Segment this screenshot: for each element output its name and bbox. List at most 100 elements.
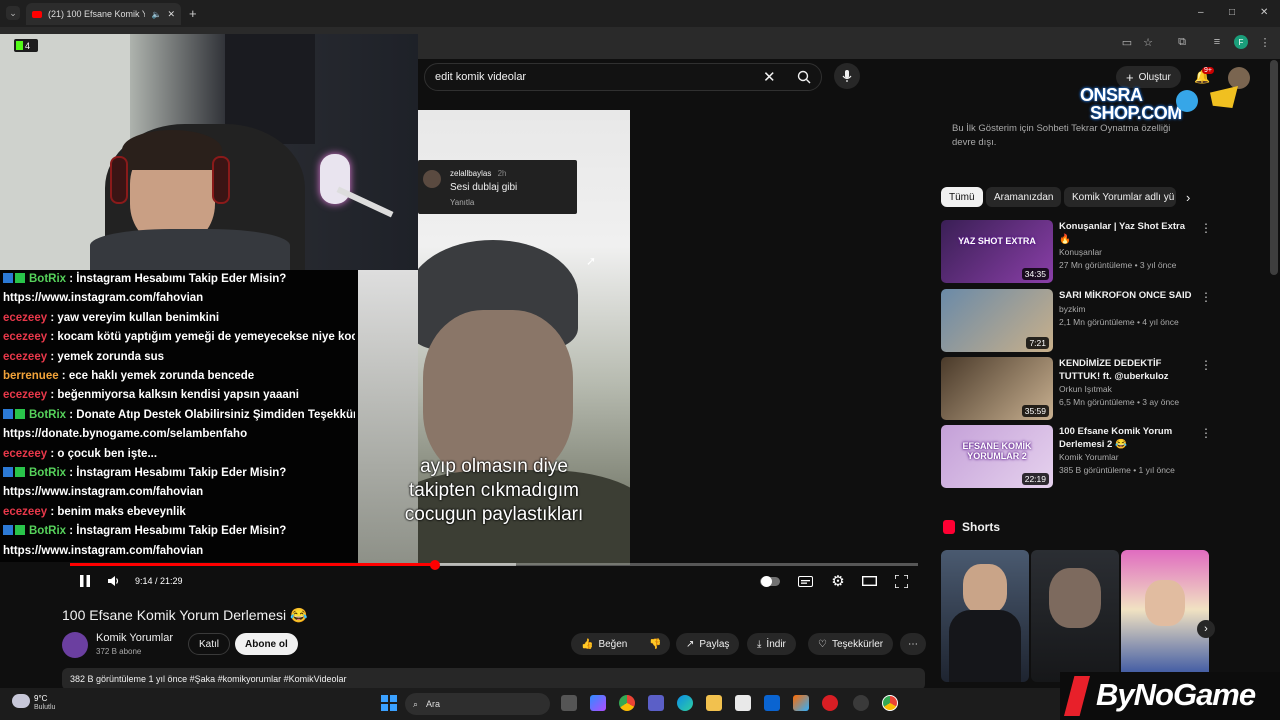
store-icon[interactable] [735, 695, 751, 711]
edge-icon[interactable] [677, 695, 693, 711]
speaker-icon[interactable]: 🔈 [151, 10, 161, 19]
short-1-face [963, 564, 1007, 614]
star-icon[interactable]: ☆ [1141, 35, 1155, 49]
outlook-icon[interactable] [764, 695, 780, 711]
chat-username[interactable]: ecezeey [3, 331, 47, 343]
chat-username[interactable]: BotRix [29, 525, 66, 537]
more-vertical-icon[interactable]: ⋮ [1200, 290, 1212, 304]
maximize-button[interactable]: □ [1229, 7, 1235, 18]
short-thumbnail-1[interactable] [941, 550, 1029, 682]
windows-start-icon[interactable] [381, 695, 397, 711]
recommendation-channel[interactable]: Komik Yorumlar [1059, 452, 1119, 462]
like-label[interactable]: Beğen [598, 639, 627, 650]
subscribe-button[interactable]: Abone ol [235, 633, 298, 655]
verified-bot-icon [15, 467, 25, 478]
cast-icon[interactable]: ▭ [1120, 35, 1134, 49]
browser-tab[interactable]: (21) 100 Efsane Komik Yorum 🔈 ✕ [26, 3, 181, 25]
channel-avatar[interactable] [62, 632, 88, 658]
page-scrollbar[interactable] [1270, 60, 1278, 275]
new-tab-button[interactable]: + [189, 6, 197, 21]
more-actions-button[interactable]: ⋯ [900, 633, 926, 655]
chat-username[interactable]: ecezeey [3, 312, 47, 324]
chrome-icon[interactable] [619, 695, 635, 711]
recommendation-thumbnail[interactable]: 7:21 [941, 289, 1053, 352]
chip-channel[interactable]: Komik Yorumlar adlı yü [1064, 187, 1176, 207]
chip-all[interactable]: Tümü [941, 187, 983, 207]
short-thumbnail-3[interactable] [1121, 550, 1209, 682]
clear-search-icon[interactable]: ✕ [763, 68, 776, 86]
search-button[interactable] [786, 63, 822, 91]
progress-scrubber[interactable] [429, 560, 440, 570]
chat-username[interactable]: ecezeey [3, 506, 47, 518]
recommendation-channel[interactable]: Konuşanlar [1059, 247, 1102, 257]
description-box[interactable]: 382 B görüntüleme 1 yıl önce #Şaka #komi… [62, 668, 925, 690]
thumbs-down-icon[interactable]: 👎 [649, 639, 661, 650]
comment-time: 2h [497, 169, 507, 178]
chips-next-icon[interactable]: › [1186, 190, 1190, 205]
app-red-icon[interactable] [822, 695, 838, 711]
more-vertical-icon[interactable]: ⋮ [1200, 358, 1212, 372]
join-button[interactable]: Katıl [188, 633, 231, 655]
search-icon [797, 70, 811, 84]
reading-list-icon[interactable]: ≡ [1210, 35, 1224, 49]
minimize-button[interactable]: – [1198, 7, 1204, 18]
recommendation-title[interactable]: Konuşanlar | Yaz Shot Extra 🔥 [1059, 220, 1194, 246]
subtitles-button[interactable] [797, 573, 813, 589]
mouse-cursor-icon: ➚ [586, 254, 597, 268]
autoplay-toggle[interactable] [760, 573, 780, 589]
volume-button[interactable] [107, 573, 121, 589]
recommendation-title[interactable]: SARI MİKROFON ONCE SAID [1059, 289, 1194, 302]
time-display: 9:14 / 21:29 [135, 576, 183, 586]
chat-username[interactable]: ecezeey [3, 351, 47, 363]
more-vertical-icon[interactable]: ⋮ [1200, 426, 1212, 440]
chat-username[interactable]: ecezeey [3, 389, 47, 401]
close-tab-icon[interactable]: ✕ [167, 9, 175, 20]
shorts-next-icon[interactable]: › [1197, 620, 1215, 638]
teams-icon[interactable] [648, 695, 664, 711]
menu-dots-icon[interactable]: ⋮ [1258, 35, 1272, 49]
settings-button[interactable]: ⚙ [830, 573, 846, 590]
chat-username[interactable]: BotRix [29, 467, 66, 479]
recommendation-channel[interactable]: Orkun Işıtmak [1059, 384, 1112, 394]
extensions-icon[interactable]: ⧉ [1175, 35, 1189, 49]
chrome-active-icon[interactable] [882, 695, 898, 711]
more-vertical-icon[interactable]: ⋮ [1200, 221, 1212, 235]
chat-username[interactable]: ecezeey [3, 448, 47, 460]
chat-username[interactable]: BotRix [29, 409, 66, 421]
recommendation-title[interactable]: 100 Efsane Komik Yorum Derlemesi 2 😂 [1059, 425, 1194, 451]
fullscreen-button[interactable] [893, 573, 909, 589]
chat-username[interactable]: BotRix [29, 273, 66, 285]
profile-avatar[interactable]: F [1234, 35, 1248, 49]
like-dislike-group: 👍 Beğen 👎 [571, 633, 670, 655]
account-avatar[interactable] [1228, 67, 1250, 89]
recommendation-channel[interactable]: byzkim [1059, 304, 1085, 314]
tab-list-icon[interactable]: ⌄ [6, 6, 20, 20]
channel-name[interactable]: Komik Yorumlar [96, 632, 173, 644]
taskbar-search[interactable]: ⌕ Ara [405, 693, 550, 715]
download-button[interactable]: ⤓ İndir [747, 633, 796, 655]
pause-button[interactable] [78, 573, 92, 589]
chat-username[interactable]: berrenuee [3, 370, 59, 382]
app-gear-icon[interactable] [853, 695, 869, 711]
recommendation-title[interactable]: KENDİMİZE DEDEKTİF TUTTUK! ft. @uberkulo… [1059, 357, 1194, 383]
short-thumbnail-2[interactable] [1031, 550, 1119, 682]
task-view-icon[interactable] [561, 695, 577, 711]
weather-cloud-icon[interactable] [12, 694, 30, 708]
share-button[interactable]: ↗ Paylaş [676, 633, 740, 655]
recommendation-thumbnail[interactable]: EFSANE KOMİK YORUMLAR 2 22:19 [941, 425, 1053, 488]
thumbs-up-icon[interactable]: 👍 [581, 639, 593, 650]
video-duration: 35:59 [1021, 405, 1049, 417]
chip-from-search[interactable]: Aramanızdan [986, 187, 1062, 207]
recommendation-thumbnail[interactable]: YAZ SHOT EXTRA 34:35 [941, 220, 1053, 283]
thanks-button[interactable]: ♡ Teşekkürler [808, 633, 894, 655]
file-explorer-icon[interactable] [706, 695, 722, 711]
copilot-icon[interactable] [590, 695, 606, 711]
voice-search-button[interactable] [834, 63, 860, 89]
theater-mode-button[interactable] [861, 573, 877, 589]
close-window-button[interactable]: ✕ [1260, 7, 1268, 18]
chat-text: : yaw vereyim kullan benimkini [47, 311, 220, 324]
caption-line-3: cocugun paylastıkları [404, 504, 584, 525]
office-icon[interactable] [793, 695, 809, 711]
commenter-name: zelallbaylas 2h [450, 169, 507, 178]
recommendation-thumbnail[interactable]: 35:59 [941, 357, 1053, 420]
